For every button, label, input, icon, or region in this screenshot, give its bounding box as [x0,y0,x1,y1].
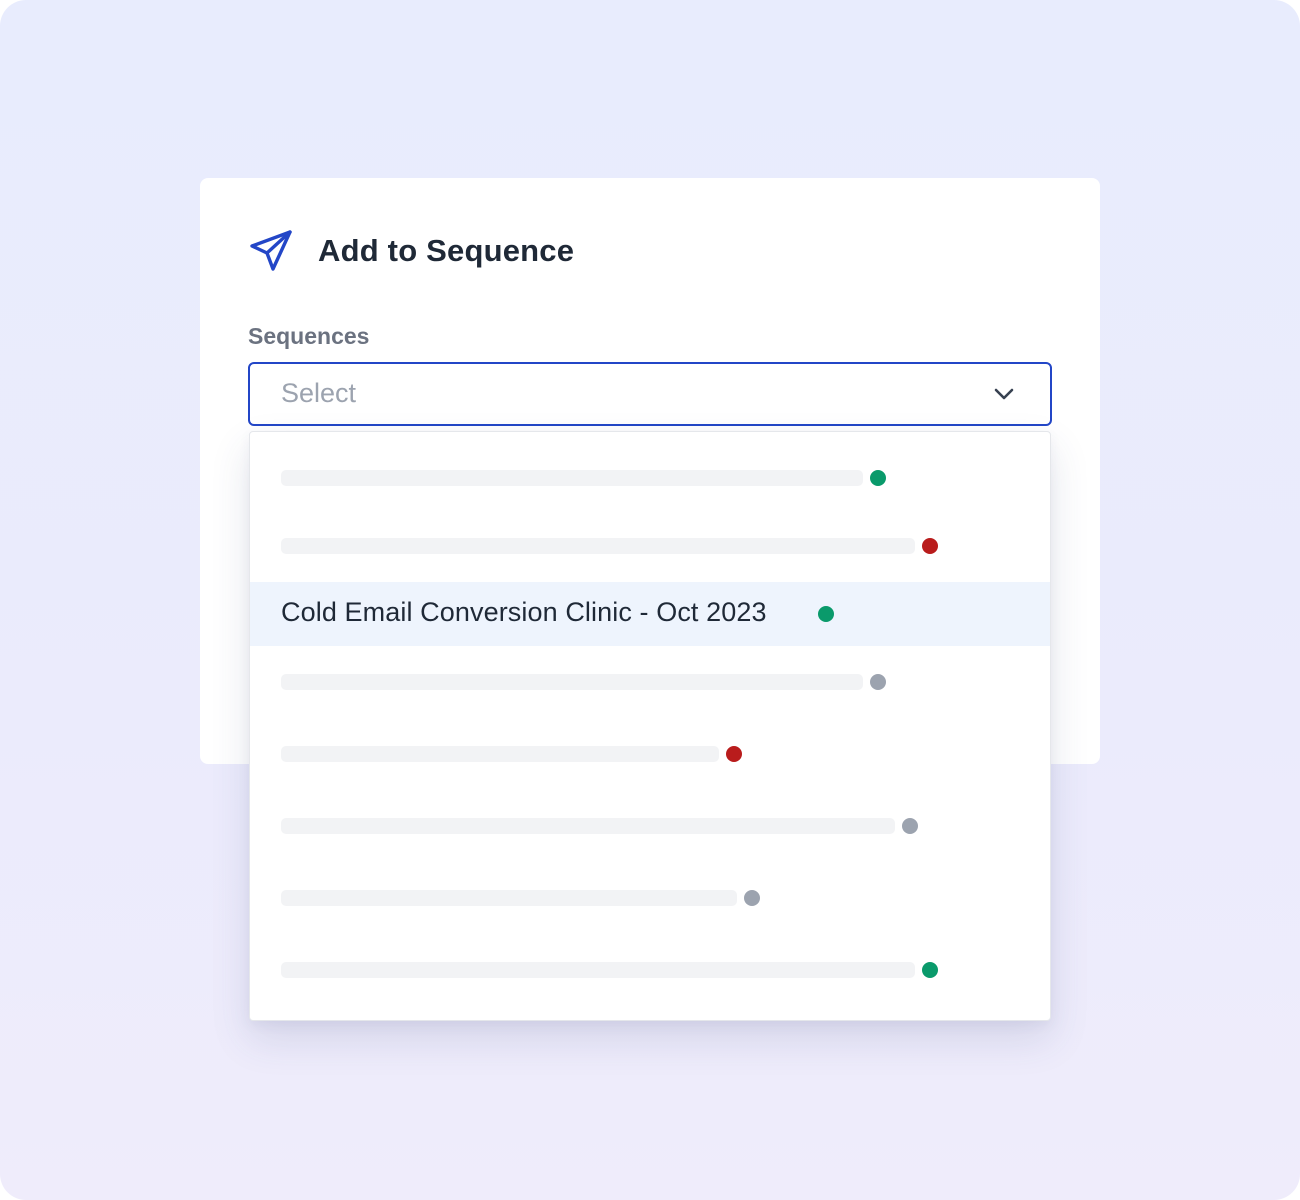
sequences-label: Sequences [248,323,370,349]
modal-header: Add to Sequence [248,228,574,274]
status-dot-inactive [870,674,886,690]
modal-title: Add to Sequence [318,233,575,268]
status-dot-error [726,746,742,762]
dropdown-option[interactable] [250,446,1050,510]
background: Add to Sequence Sequences Select Cold Em… [0,0,1300,1200]
sequences-select[interactable]: Select [248,362,1052,426]
option-label-placeholder [281,818,895,834]
select-placeholder: Select [281,378,357,408]
paper-plane-icon [250,230,292,271]
dropdown-option[interactable] [250,514,1050,578]
dropdown-option-selected[interactable]: Cold Email Conversion Clinic - Oct 2023 [250,582,1050,646]
status-dot-error [922,538,938,554]
option-label: Cold Email Conversion Clinic - Oct 2023 [281,597,767,627]
status-dot-inactive [744,890,760,906]
dropdown-option[interactable] [250,722,1050,786]
dropdown-option[interactable] [250,650,1050,714]
status-dot-active [922,962,938,978]
option-label-placeholder [281,746,719,762]
option-label-placeholder [281,674,863,690]
dropdown-option[interactable] [250,938,1050,1002]
option-label-placeholder [281,890,737,906]
option-label-placeholder [281,538,915,554]
chevron-down-icon[interactable] [993,385,1015,403]
option-label-placeholder [281,470,863,486]
dropdown-option[interactable] [250,866,1050,930]
status-dot-inactive [902,818,918,834]
option-label-placeholder [281,962,915,978]
status-dot-active [870,470,886,486]
dropdown-option[interactable] [250,794,1050,858]
sequences-dropdown-menu: Cold Email Conversion Clinic - Oct 2023 [249,431,1051,1021]
status-dot-active [818,606,834,622]
